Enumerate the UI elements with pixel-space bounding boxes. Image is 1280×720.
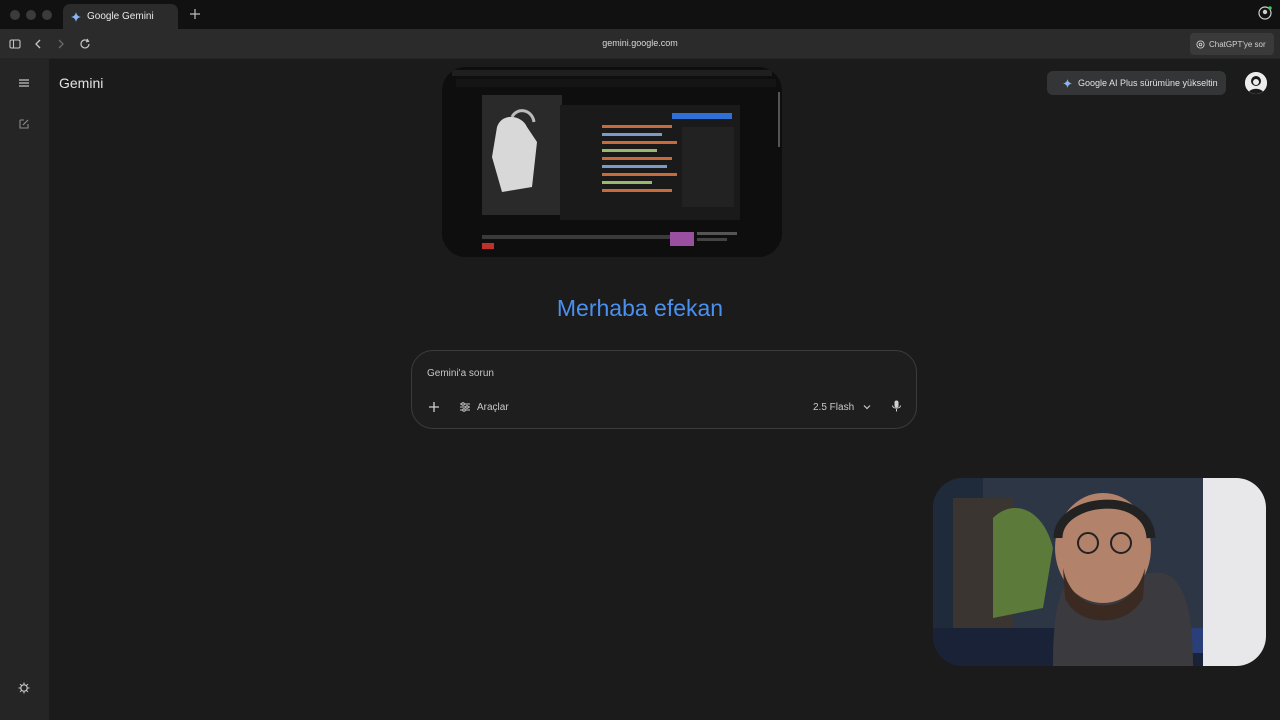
- tools-button[interactable]: Araçlar: [459, 399, 509, 415]
- gemini-brand[interactable]: Gemini: [59, 75, 103, 91]
- chatgpt-icon: [1196, 39, 1205, 49]
- webcam-image: [933, 478, 1266, 666]
- settings-icon[interactable]: [17, 681, 31, 695]
- upgrade-button[interactable]: Google AI Plus sürümüne yükseltin: [1047, 71, 1226, 95]
- sparkle-icon: [1063, 78, 1072, 88]
- browser-toolbar: gemini.google.com ChatGPT'ye sor: [0, 29, 1280, 59]
- chevron-down-icon: [863, 405, 871, 410]
- upgrade-label: Google AI Plus sürümüne yükseltin: [1078, 78, 1218, 88]
- webcam-overlay: [933, 478, 1266, 666]
- screen-share-preview: [442, 67, 782, 257]
- mic-icon[interactable]: [891, 400, 902, 412]
- tools-icon: [460, 402, 470, 412]
- address-url[interactable]: gemini.google.com: [0, 38, 1280, 48]
- tools-label: Araçlar: [477, 401, 509, 413]
- prompt-box: Araçlar 2.5 Flash: [411, 350, 917, 429]
- ask-chatgpt-label: ChatGPT'ye sor: [1209, 39, 1266, 49]
- browser-tab-strip: Google Gemini: [0, 0, 1280, 29]
- model-label: 2.5 Flash: [813, 401, 855, 413]
- plus-icon[interactable]: [428, 401, 440, 413]
- browser-profile-icon[interactable]: [1258, 6, 1272, 20]
- greeting-heading: Merhaba efekan: [556, 295, 724, 321]
- model-selector[interactable]: 2.5 Flash: [813, 399, 872, 415]
- window-close-button[interactable]: [10, 10, 20, 20]
- avatar-image: [1245, 72, 1267, 94]
- tab-title: Google Gemini: [87, 11, 154, 22]
- gemini-favicon-icon: [71, 11, 81, 22]
- browser-tab-gemini[interactable]: Google Gemini: [63, 4, 178, 29]
- ask-chatgpt-button[interactable]: ChatGPT'ye sor: [1190, 33, 1274, 55]
- window-zoom-button[interactable]: [42, 10, 52, 20]
- prompt-input[interactable]: [427, 365, 867, 381]
- preview-image: [442, 67, 782, 257]
- menu-icon[interactable]: [17, 76, 31, 90]
- new-chat-icon[interactable]: [17, 117, 31, 131]
- window-minimize-button[interactable]: [26, 10, 36, 20]
- gemini-sidebar: [0, 59, 49, 720]
- account-avatar[interactable]: [1245, 72, 1267, 94]
- new-tab-icon[interactable]: [189, 8, 201, 20]
